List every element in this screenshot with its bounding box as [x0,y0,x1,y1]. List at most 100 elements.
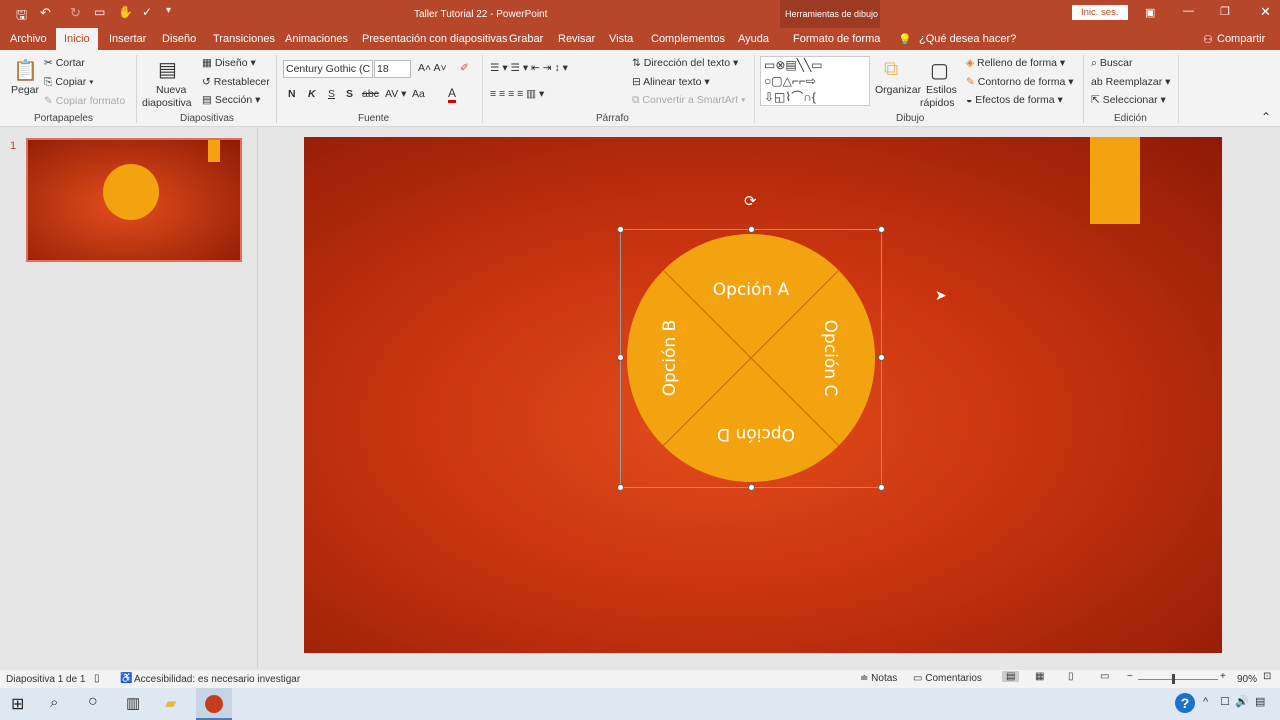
option-d-label[interactable]: Opción D [717,424,795,444]
maximize-button[interactable]: ❐ [1220,5,1230,18]
tab-grabar[interactable]: Grabar [509,33,543,45]
resize-handle[interactable] [748,484,755,491]
option-c-label[interactable]: Opción C [820,320,840,397]
align-icons[interactable]: ≡ ≡ ≡ ≡ ▥ ▾ [490,88,544,100]
comments-button[interactable]: ▭ Comentarios [913,673,982,684]
redo-icon[interactable]: ↻ [70,5,81,21]
search-icon[interactable]: ⌕ [50,694,58,711]
minimize-button[interactable]: — [1183,5,1194,17]
close-button[interactable]: ✕ [1260,4,1271,20]
grow-font-icon[interactable]: A˄ A˅ [418,62,447,74]
undo-icon[interactable]: ↶ [40,5,51,21]
spelling-icon[interactable]: ✓ [142,5,152,19]
zoom-out-button[interactable]: − [1127,671,1133,682]
resize-handle[interactable] [878,226,885,233]
section-button[interactable]: ▤ Sección ▾ [202,94,260,106]
shapes-gallery[interactable]: ▭⊗▤╲╲▭ ○▢△⌐⌐⇨ ⇩◱⌇⌒∩{ [760,56,870,106]
align-text-button[interactable]: ⊟ Alinear texto ▾ [632,76,710,88]
collapse-ribbon-icon[interactable]: ⌃ [1261,110,1271,124]
shadow-button[interactable]: S [346,88,353,100]
font-name-select[interactable]: Century Gothic (C [283,60,373,78]
slideshow-button[interactable]: ▭ [1100,671,1109,682]
arrange-icon[interactable]: ⧉ [884,58,898,81]
customize-qat-icon[interactable]: ▾ [166,5,171,16]
save-icon[interactable]: 🖫 [16,6,27,28]
notes-button[interactable]: ≐ Notas [860,673,897,684]
font-color-icon[interactable]: A [448,86,457,103]
tab-complementos[interactable]: Complementos [651,33,725,45]
new-slide-label-2[interactable]: diapositiva [142,97,192,109]
resize-handle[interactable] [617,484,624,491]
quick-styles-icon[interactable]: ▢ [930,58,949,83]
copy-button[interactable]: ⎘ Copiar ▾ [44,76,94,89]
task-view-icon[interactable]: ▥ [126,694,140,712]
change-case-button[interactable]: Aa [412,88,425,100]
paste-icon[interactable]: 📋 [13,58,38,83]
rotate-handle-icon[interactable]: ⟳ [744,192,757,210]
present-icon[interactable]: ▭ [94,5,105,19]
tab-inicio[interactable]: Inicio [56,28,98,50]
resize-handle[interactable] [878,354,885,361]
bold-button[interactable]: N [288,88,296,100]
shape-effects-button[interactable]: ◒ Efectos de forma ▾ [966,94,1063,106]
fit-slide-icon[interactable]: ⊡ [1263,671,1271,682]
ribbon-display-icon[interactable]: ▣ [1145,6,1155,19]
shape-outline-button[interactable]: ✎ Contorno de forma ▾ [966,76,1074,88]
arrange-button[interactable]: Organizar [875,84,921,96]
network-icon[interactable]: ☐ [1220,695,1230,708]
cut-button[interactable]: ✂ Cortar [44,57,85,69]
orange-rectangle[interactable] [1090,137,1140,224]
tell-me-input[interactable]: ¿Qué desea hacer? [919,33,1016,45]
tray-chevron-icon[interactable]: ^ [1203,696,1208,708]
help-icon[interactable]: ? [1175,693,1195,713]
resize-handle[interactable] [617,226,624,233]
tab-presentacion[interactable]: Presentación con diapositivas [362,33,508,45]
layout-button[interactable]: ▦ Diseño ▾ [202,57,256,69]
paste-button[interactable]: Pegar [11,84,39,96]
tab-vista[interactable]: Vista [609,33,633,45]
option-b-label[interactable]: Opción B [660,320,680,396]
tab-ayuda[interactable]: Ayuda [738,33,769,45]
zoom-slider[interactable] [1138,679,1218,680]
signin-button[interactable]: Inic. ses. [1072,5,1128,20]
normal-view-button[interactable]: ▤ [1002,671,1020,682]
zoom-slider-thumb[interactable] [1172,674,1175,684]
zoom-in-button[interactable]: + [1220,671,1226,682]
zoom-level[interactable]: 90% [1237,674,1257,685]
option-a-label[interactable]: Opción A [713,280,789,300]
find-button[interactable]: ⌕ Buscar [1091,57,1133,70]
text-direction-button[interactable]: ⇅ Dirección del texto ▾ [632,57,738,69]
clear-format-icon[interactable]: ✐ [460,62,469,74]
spacing-icon[interactable]: AV ▾ [385,88,406,100]
tab-transiciones[interactable]: Transiciones [213,33,275,45]
resize-handle[interactable] [748,226,755,233]
powerpoint-taskbar-button[interactable] [196,688,232,720]
format-painter-button[interactable]: ✎ Copiar formato [44,95,125,107]
replace-button[interactable]: ab Reemplazar ▾ [1091,76,1170,88]
underline-button[interactable]: S [328,88,335,100]
quick-styles-button[interactable]: Estilos [926,84,957,96]
font-size-select[interactable]: 18 [374,60,411,78]
new-slide-icon[interactable]: ▤ [158,57,177,82]
tab-animaciones[interactable]: Animaciones [285,33,348,45]
italic-button[interactable]: K [308,88,316,100]
tab-formato-forma[interactable]: Formato de forma [793,33,880,45]
cortana-icon[interactable]: ○ [88,693,98,711]
tab-revisar[interactable]: Revisar [558,33,595,45]
select-button[interactable]: ⇱ Seleccionar ▾ [1091,94,1166,106]
tab-insertar[interactable]: Insertar [109,33,146,45]
smartart-button[interactable]: ⧉ Convertir a SmartArt ▾ [632,94,745,107]
quick-styles-button-2[interactable]: rápidos [920,97,954,109]
reading-view-button[interactable]: ▯ [1068,671,1074,682]
spellcheck-icon[interactable]: ▯ [94,673,100,684]
resize-handle[interactable] [617,354,624,361]
share-button[interactable]: Compartir [1217,33,1265,45]
slide-sorter-button[interactable]: ▦ [1035,671,1044,682]
accessibility-icon[interactable]: ♿ [120,673,132,684]
shape-fill-button[interactable]: ◈ Relleno de forma ▾ [966,57,1065,69]
new-slide-label[interactable]: Nueva [156,84,186,96]
accessibility-status[interactable]: Accesibilidad: es necesario investigar [134,674,300,685]
tab-archivo[interactable]: Archivo [10,33,47,45]
resize-handle[interactable] [878,484,885,491]
file-explorer-icon[interactable]: ▰ [165,694,177,712]
